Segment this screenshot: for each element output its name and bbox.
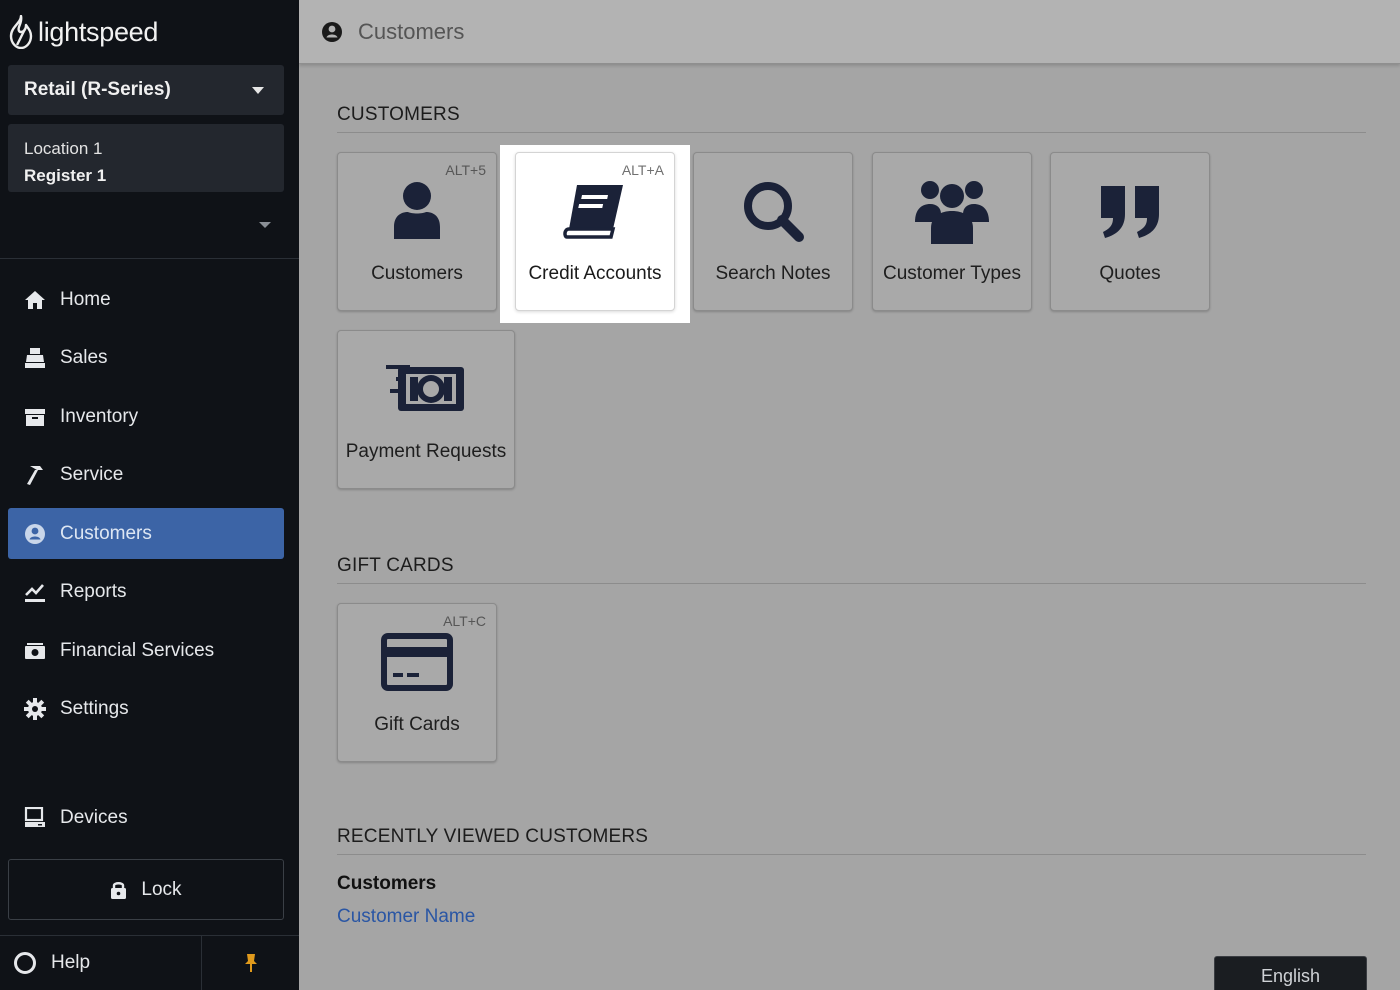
tile-label: Customers xyxy=(371,263,463,284)
page-title: Customers xyxy=(358,18,465,44)
product-selector[interactable]: Retail (R-Series) xyxy=(8,65,284,115)
search-icon xyxy=(694,179,852,243)
credit-card-icon xyxy=(338,630,496,694)
language-selector[interactable]: English xyxy=(1214,956,1367,990)
help-label: Help xyxy=(51,952,91,973)
flame-logo-icon xyxy=(9,15,33,49)
users-icon xyxy=(873,179,1031,244)
sidebar-divider xyxy=(0,258,299,259)
book-icon xyxy=(516,179,674,243)
sidebar-item-customers[interactable]: Customers xyxy=(8,508,284,559)
collapse-caret-icon[interactable] xyxy=(259,222,271,228)
recent-customer-link[interactable]: Customer Name xyxy=(337,906,475,928)
pin-icon xyxy=(244,954,257,972)
help-button[interactable]: Help xyxy=(14,936,90,990)
tile-customers[interactable]: ALT+5 Customers xyxy=(337,152,497,311)
tile-gift-cards[interactable]: ALT+C Gift Cards xyxy=(337,603,497,762)
money-icon xyxy=(24,640,46,662)
quote-icon xyxy=(1051,179,1209,243)
inventory-icon xyxy=(24,406,46,428)
help-circle-icon xyxy=(14,952,36,974)
tile-payment-requests[interactable]: Payment Requests xyxy=(337,330,515,489)
logo-text: lightspeed xyxy=(38,16,159,47)
shortcut-hint: ALT+A xyxy=(621,162,664,178)
sidebar-item-sales[interactable]: Sales xyxy=(8,333,284,383)
section-heading-customers: CUSTOMERS xyxy=(337,104,1366,133)
tile-label: Quotes xyxy=(1099,263,1161,284)
tile-label: Gift Cards xyxy=(374,714,460,735)
tile-label: Customer Types xyxy=(883,263,1021,284)
help-row: Help xyxy=(0,936,299,990)
lock-button[interactable]: Lock xyxy=(8,859,284,920)
sidebar-item-financial-services[interactable]: Financial Services xyxy=(8,626,284,676)
shortcut-hint: ALT+5 xyxy=(445,162,486,178)
sidebar-item-label: Settings xyxy=(60,698,129,719)
product-label: Retail (R-Series) xyxy=(24,79,171,100)
shortcut-hint: ALT+C xyxy=(443,613,486,629)
sidebar-item-home[interactable]: Home xyxy=(8,275,284,325)
section-heading-recent: RECENTLY VIEWED CUSTOMERS xyxy=(337,826,1366,855)
sidebar-item-label: Sales xyxy=(60,347,108,368)
sidebar-item-label: Service xyxy=(60,464,124,485)
location-label: Location 1 xyxy=(24,139,103,158)
gear-icon xyxy=(24,698,46,720)
hammer-icon xyxy=(24,464,46,486)
sidebar-item-label: Financial Services xyxy=(60,640,215,661)
sidebar-item-label: Inventory xyxy=(60,406,139,427)
sidebar-item-service[interactable]: Service xyxy=(8,450,284,500)
sidebar-item-label: Customers xyxy=(60,522,152,544)
tile-search-notes[interactable]: Search Notes xyxy=(693,152,853,311)
user-circle-icon xyxy=(321,21,343,43)
tile-label: Payment Requests xyxy=(345,441,507,462)
user-circle-icon xyxy=(24,523,46,545)
sidebar-item-label: Home xyxy=(60,289,111,310)
tile-label: Search Notes xyxy=(715,263,831,284)
tile-credit-accounts[interactable]: ALT+A Credit Accounts xyxy=(515,152,675,311)
location-register-box[interactable]: Location 1 Register 1 xyxy=(8,124,284,192)
caret-down-icon xyxy=(252,87,264,94)
recent-customers-subheading: Customers xyxy=(337,873,437,894)
user-icon xyxy=(338,179,496,243)
pin-sidebar-button[interactable] xyxy=(202,936,299,990)
tile-customer-types[interactable]: Customer Types xyxy=(872,152,1032,311)
section-heading-gift-cards: GIFT CARDS xyxy=(337,555,1366,584)
home-icon xyxy=(24,289,46,311)
tile-label: Credit Accounts xyxy=(528,263,662,284)
sidebar-item-label: Devices xyxy=(60,807,128,828)
chart-icon xyxy=(24,581,46,603)
register-label: Register 1 xyxy=(24,166,107,185)
sidebar-item-label: Reports xyxy=(60,581,127,602)
sidebar-item-reports[interactable]: Reports xyxy=(8,567,284,617)
desktop-icon xyxy=(24,807,46,829)
fast-money-icon xyxy=(338,357,514,421)
sidebar: lightspeed Retail (R-Series) Location 1 … xyxy=(0,0,299,990)
sidebar-item-inventory[interactable]: Inventory xyxy=(8,392,284,442)
lock-icon xyxy=(110,880,127,900)
sidebar-item-settings[interactable]: Settings xyxy=(8,684,284,734)
lock-label: Lock xyxy=(141,878,182,900)
sidebar-item-devices[interactable]: Devices xyxy=(8,793,284,843)
tile-quotes[interactable]: Quotes xyxy=(1050,152,1210,311)
register-icon xyxy=(24,347,46,369)
lightspeed-logo[interactable]: lightspeed xyxy=(8,14,158,50)
page-header: Customers xyxy=(299,0,1400,64)
